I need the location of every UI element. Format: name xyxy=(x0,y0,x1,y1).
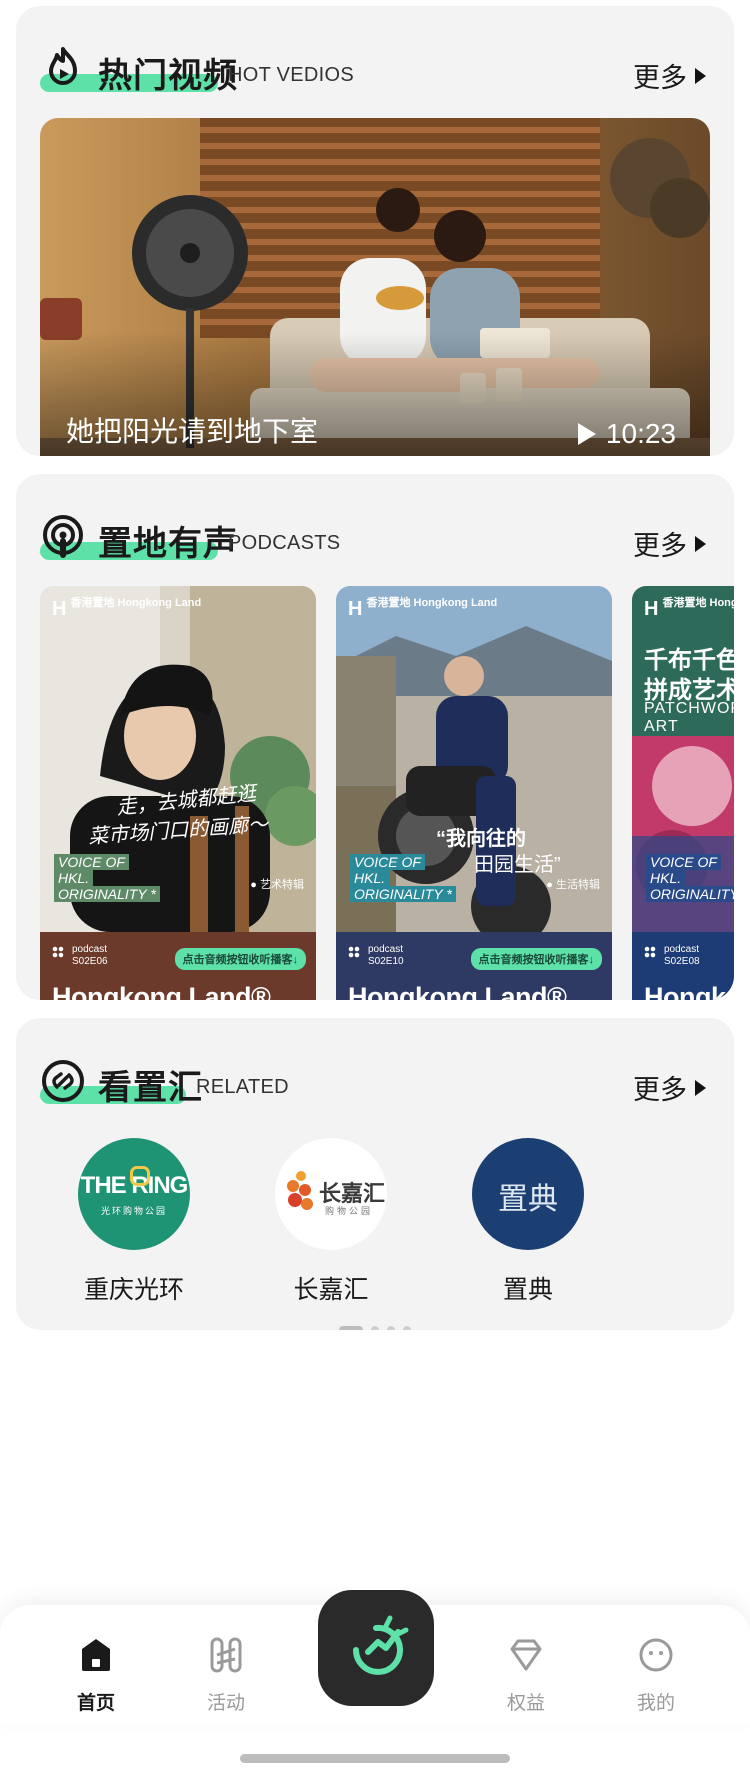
more-label: 更多 xyxy=(633,1075,687,1105)
changjiahui-logo: 长嘉汇 购物公园 xyxy=(275,1138,387,1250)
section-title: 置地有声 xyxy=(98,525,238,563)
section-title: 热门视频 xyxy=(98,57,238,95)
podcast-footer: podcast S02E10 点击音频按钮收听播客↓ Hongkong Land… xyxy=(336,932,612,1000)
podcast-card[interactable]: H 香港置地 Hongkong Land 走，去城都赶逛 菜市场门口的画廊～ VO… xyxy=(40,586,316,1000)
section-subtitle: PODCASTS xyxy=(228,532,341,554)
tab-benefits[interactable]: 权益 xyxy=(486,1635,566,1715)
podcasts-header: 置地有声 PODCASTS 更多 xyxy=(40,512,710,568)
home-icon xyxy=(82,1639,110,1671)
duration-label: 10:23 xyxy=(605,418,676,449)
hkl-logo: H香港置地 Hongkong Land xyxy=(348,597,498,621)
caret-right-icon xyxy=(695,1079,706,1096)
related-item-the-ring[interactable]: THE RING 光环购物公园 重庆光环 xyxy=(74,1138,194,1306)
related-header: 看置汇 RELATED 更多 xyxy=(40,1056,710,1112)
video-duration: 10:23 xyxy=(577,418,676,450)
section-title: 看置汇 xyxy=(98,1069,203,1107)
brand-wordmark: Hongkong Land® xyxy=(52,982,271,1000)
podcast-footer: podcast S02E06 点击音频按钮收听播客↓ Hongkong Land… xyxy=(40,932,316,1000)
caret-right-icon xyxy=(695,535,706,552)
tab-home[interactable]: 首页 xyxy=(56,1635,136,1715)
related-item-zhidian[interactable]: 置典 置典 xyxy=(468,1138,588,1306)
tab-label: 我的 xyxy=(636,1693,675,1714)
podcast-icon xyxy=(43,515,83,558)
related-section: 看置汇 RELATED 更多 THE RING 光环购物公园 重庆光环 长嘉汇 … xyxy=(16,1018,734,1330)
hot-videos-header: 热门视频 HOT VEDIOS 更多 xyxy=(40,44,710,100)
voice-of-hkl-badge: VOICE OF HKL. ORIGINALITY * xyxy=(54,854,160,902)
podcast-card[interactable]: H 香港置地 Hongkong Land “我向往的 田园生活” VOICE OF… xyxy=(336,586,612,1000)
more-button[interactable]: 更多 xyxy=(633,524,706,563)
hkl-logo: H香港置地 Hongkong Land xyxy=(52,597,202,621)
cover-quote-line2: 田园生活” xyxy=(474,854,561,876)
podcast-carousel[interactable]: H 香港置地 Hongkong Land 走，去城都赶逛 菜市场门口的画廊～ VO… xyxy=(40,586,734,1000)
pager-dot xyxy=(371,1326,379,1330)
episode-code: podcast S02E08 xyxy=(664,944,700,967)
tab-label: 活动 xyxy=(206,1693,245,1714)
carousel-pager xyxy=(16,1326,734,1330)
more-label: 更多 xyxy=(633,63,687,93)
more-label: 更多 xyxy=(633,531,687,561)
related-name: 长嘉汇 xyxy=(293,1276,369,1304)
profile-icon xyxy=(639,1638,673,1672)
podcast-card[interactable]: H香港置地 Hongkong Land 千布千色 拼成艺术 PATCHWORK … xyxy=(632,586,734,1000)
flame-play-icon xyxy=(49,47,77,85)
diamond-icon xyxy=(510,1639,542,1671)
brand-wordmark: Hongkong Land® xyxy=(644,982,734,1000)
cover-quote-line3: PATCHWORK ART xyxy=(644,700,734,735)
activity-icon xyxy=(210,1637,242,1673)
video-thumbnail xyxy=(40,118,710,456)
the-ring-logo: THE RING 光环购物公园 xyxy=(78,1138,190,1250)
video-caption: 她把阳光请到地下室 xyxy=(66,416,319,447)
cover-quote-line1: “我向往的 xyxy=(436,828,526,850)
related-name: 重庆光环 xyxy=(83,1276,184,1304)
hkl-logo: H香港置地 Hongkong Land xyxy=(644,597,734,621)
section-subtitle: HOT VEDIOS xyxy=(228,64,354,86)
pager-dot xyxy=(387,1326,395,1330)
hot-videos-section: 热门视频 HOT VEDIOS 更多 她把阳光请到地下室 10:23 xyxy=(16,6,734,456)
pager-dot-active xyxy=(339,1326,363,1330)
episode-code: podcast S02E10 xyxy=(368,944,404,967)
zhidian-logo: 置典 xyxy=(472,1138,584,1250)
tab-label: 权益 xyxy=(506,1693,545,1714)
play-icon xyxy=(577,423,596,445)
listen-hint-pill: 点击音频按钮收听播客↓ xyxy=(470,948,602,970)
voice-of-hkl-badge: VOICE OF HKL. ORIGINALITY * xyxy=(646,854,734,902)
related-name: 置典 xyxy=(502,1276,553,1304)
caret-right-icon xyxy=(695,67,706,84)
voice-of-hkl-badge: VOICE OF HKL. ORIGINALITY * xyxy=(350,854,456,902)
podcasts-section: 置地有声 PODCASTS 更多 H 香港置地 Hongkong Land 走，… xyxy=(16,474,734,1000)
related-item-changjiahui[interactable]: 长嘉汇 购物公园 长嘉汇 xyxy=(271,1138,391,1306)
listen-hint-pill: 点击音频按钮收听播客↓ xyxy=(174,948,306,970)
tab-label: 首页 xyxy=(76,1693,115,1714)
episode-tag: ● 生活特辑 xyxy=(546,879,600,891)
podcast-footer: podcast S02E08 Hongkong Land® xyxy=(632,932,734,1000)
tab-activity[interactable]: 活动 xyxy=(186,1635,266,1715)
section-subtitle: RELATED xyxy=(196,1076,289,1098)
pager-dot xyxy=(403,1326,411,1330)
more-button[interactable]: 更多 xyxy=(633,1068,706,1107)
brand-wordmark: Hongkong Land® xyxy=(348,982,567,1000)
episode-code: podcast S02E06 xyxy=(72,944,108,967)
episode-tag: ● 艺术特辑 xyxy=(250,879,304,891)
link-circle-icon xyxy=(42,1060,84,1102)
featured-video[interactable]: 她把阳光请到地下室 10:23 xyxy=(40,118,710,456)
home-indicator[interactable] xyxy=(240,1754,510,1763)
more-button[interactable]: 更多 xyxy=(633,56,706,95)
compass-icon xyxy=(353,1615,409,1675)
center-action-button[interactable] xyxy=(318,1590,434,1706)
tab-profile[interactable]: 我的 xyxy=(616,1635,696,1715)
